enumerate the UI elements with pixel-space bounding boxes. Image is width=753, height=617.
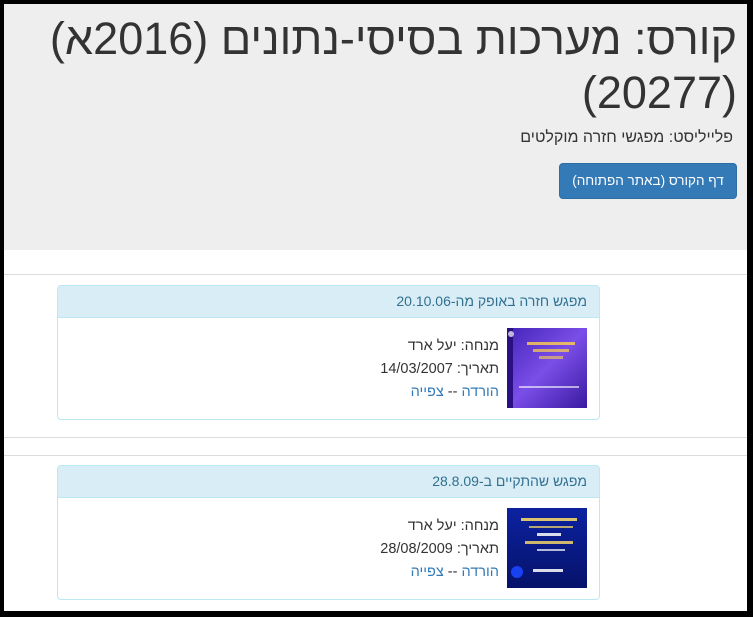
tutor-name: יעל ארד [407, 518, 457, 534]
tutor-label: מנחה: [460, 518, 499, 534]
video-thumbnail[interactable] [507, 508, 587, 588]
date-value: 14/03/2007 [380, 361, 453, 377]
video-panel: מפגש חזרה באופק מה-20.10.06 מנחה: יעל אר… [57, 285, 600, 420]
tutor-row: מנחה: יעל ארד [380, 335, 499, 358]
playlist-line: פלייליסט: מפגשי חזרה מוקלטים [520, 129, 733, 147]
divider [4, 437, 747, 438]
download-link[interactable]: הורדה [462, 384, 500, 400]
page-title: קורס: מערכות בסיסי-נתונים (2016א) (20277… [49, 13, 737, 118]
date-label: תאריך: [456, 541, 499, 557]
date-label: תאריך: [456, 361, 499, 377]
date-value: 28/08/2009 [380, 541, 453, 557]
view-link[interactable]: צפייה [411, 564, 444, 580]
course-page-button[interactable]: דף הקורס (באתר הפתוחה) [559, 163, 737, 199]
video-title: מפגש שהתקיים ב-28.8.09 [58, 466, 599, 498]
download-link[interactable]: הורדה [462, 564, 500, 580]
playlist-name: מפגשי חזרה מוקלטים [520, 129, 665, 146]
divider [4, 455, 747, 456]
tutor-row: מנחה: יעל ארד [380, 515, 499, 538]
video-body: מנחה: יעל ארד תאריך: 28/08/2009 הורדה --… [58, 498, 599, 599]
links-row: הורדה -- צפייה [380, 381, 499, 404]
links-row: הורדה -- צפייה [380, 561, 499, 584]
playlist-label: פלייליסט: [668, 129, 733, 146]
video-panel: מפגש שהתקיים ב-28.8.09 מנחה: יעל ארד תאר… [57, 465, 600, 600]
video-info: מנחה: יעל ארד תאריך: 28/08/2009 הורדה --… [380, 515, 499, 584]
video-title: מפגש חזרה באופק מה-20.10.06 [58, 286, 599, 318]
video-body: מנחה: יעל ארד תאריך: 14/03/2007 הורדה --… [58, 318, 599, 419]
video-thumbnail[interactable] [507, 328, 587, 408]
tutor-name: יעל ארד [407, 338, 457, 354]
course-header: קורס: מערכות בסיסי-נתונים (2016א) (20277… [4, 4, 747, 250]
date-row: תאריך: 28/08/2009 [380, 538, 499, 561]
view-link[interactable]: צפייה [411, 384, 444, 400]
date-row: תאריך: 14/03/2007 [380, 358, 499, 381]
tutor-label: מנחה: [460, 338, 499, 354]
page-frame: קורס: מערכות בסיסי-נתונים (2016א) (20277… [4, 4, 747, 611]
video-info: מנחה: יעל ארד תאריך: 14/03/2007 הורדה --… [380, 335, 499, 404]
divider [4, 274, 747, 275]
link-separator: -- [447, 384, 458, 400]
link-separator: -- [447, 564, 458, 580]
